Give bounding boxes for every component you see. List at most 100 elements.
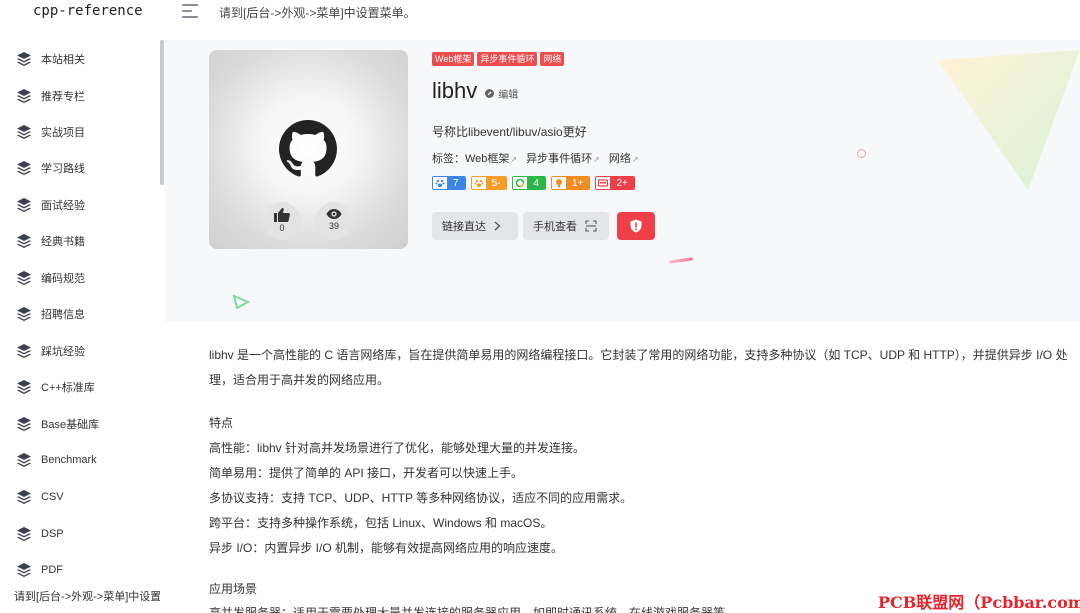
- tag-link[interactable]: 网络↗: [609, 150, 639, 166]
- sidebar-item[interactable]: 学习路线: [16, 158, 85, 178]
- tag-line-prefix: 标签：: [432, 153, 465, 165]
- sidebar-item-label: 经典书籍: [41, 236, 85, 248]
- site-watermark: PCB联盟网（Pcbbar.com）: [878, 593, 1080, 612]
- report-button[interactable]: [617, 212, 655, 240]
- category-tag[interactable]: 网络: [540, 52, 565, 66]
- project-title: libhv: [432, 78, 478, 103]
- sidebar-item[interactable]: 编码规范: [16, 268, 85, 288]
- layers-icon: [17, 52, 31, 66]
- layers-icon: [17, 161, 31, 175]
- decorative-line: [668, 257, 694, 264]
- edit-icon[interactable]: [485, 89, 495, 98]
- feature-item: 异步 I/O：内置异步 I/O 机制，能够有效提高网络应用的响应速度。: [209, 541, 564, 555]
- decorative-play-icon: [232, 294, 250, 310]
- bulb-icon: [552, 177, 567, 189]
- title-row: libhv 编辑: [432, 78, 518, 104]
- ring-icon: [513, 177, 528, 189]
- search-index-badges: 7 5- 4 1+ 2+: [432, 176, 635, 190]
- sidebar-footer-hint: 请到[后台->外观->菜单]中设置菜单。: [14, 588, 160, 604]
- layers-icon: [17, 234, 31, 248]
- view-count: 39: [328, 221, 339, 231]
- scenarios-heading: 应用场景: [209, 582, 258, 596]
- sidebar: 本站相关推荐专栏实战项目学习路线面试经验经典书籍编码规范招聘信息踩坑经验 C++标…: [0, 40, 165, 613]
- feature-item: 多协议支持：支持 TCP、UDP、HTTP 等多种网络协议，适应不同的应用需求。: [209, 491, 633, 505]
- sidebar-item[interactable]: 本站相关: [16, 49, 85, 69]
- sidebar-item[interactable]: C++标准库: [16, 377, 95, 397]
- shenma-badge: 2+: [595, 176, 635, 190]
- project-thumbnail[interactable]: 0 39: [209, 50, 408, 249]
- badge-value: 4: [527, 177, 546, 189]
- category-tags: Web框架 异步事件循环 网络: [432, 52, 565, 66]
- decorative-triangle: [938, 50, 1080, 190]
- sidebar-item-label: 踩坑经验: [41, 346, 85, 358]
- github-icon: [279, 120, 337, 177]
- sidebar-item-label: 学习路线: [41, 163, 85, 175]
- category-tag[interactable]: Web框架: [432, 52, 475, 66]
- features-heading: 特点: [209, 416, 234, 430]
- project-subtitle: 号称比libevent/libuv/asio更好: [432, 125, 587, 139]
- edit-link[interactable]: 编辑: [498, 86, 518, 101]
- view-counter: 39: [315, 202, 353, 240]
- shield-icon: [630, 219, 642, 233]
- category-tag[interactable]: 异步事件循环: [477, 52, 538, 66]
- site-logo[interactable]: cpp-reference: [33, 3, 143, 19]
- sidebar-item[interactable]: DSP: [16, 524, 64, 544]
- sidebar-item-label: 招聘信息: [41, 309, 85, 321]
- visit-link-button[interactable]: 链接直达: [432, 212, 518, 240]
- sidebar-item-label: DSP: [41, 528, 64, 540]
- layers-icon: [17, 453, 31, 467]
- so360-badge: 4: [512, 176, 547, 190]
- sidebar-item-label: CSV: [41, 491, 64, 503]
- sidebar-item[interactable]: 踩坑经验: [16, 341, 85, 361]
- layers-icon: [17, 271, 31, 285]
- tag-line: 标签： Web框架↗ 异步事件循环↗ 网络↗: [432, 150, 648, 166]
- tag-link[interactable]: 异步事件循环↗: [526, 150, 600, 166]
- layers-icon: [17, 563, 31, 577]
- eye-icon: [326, 209, 342, 219]
- layers-icon: [17, 344, 31, 358]
- layers-icon: [17, 125, 31, 139]
- thumbs-up-icon: [274, 208, 290, 222]
- sidebar-item-label: 面试经验: [41, 200, 85, 212]
- sidebar-item[interactable]: Benchmark: [16, 450, 97, 470]
- baidu-mobile-badge: 5-: [470, 176, 508, 190]
- badge-value: 5-: [485, 177, 507, 189]
- feature-item: 高性能：libhv 针对高并发场景进行了优化，能够处理大量的并发连接。: [209, 441, 586, 455]
- paw-icon: [471, 177, 486, 189]
- sidebar-item[interactable]: 面试经验: [16, 195, 85, 215]
- card-icon: [596, 177, 611, 189]
- sidebar-item-label: PDF: [41, 564, 63, 576]
- feature-item: 跨平台：支持多种操作系统，包括 Linux、Windows 和 macOS。: [209, 516, 553, 530]
- layers-icon: [17, 527, 31, 541]
- layers-icon: [17, 380, 31, 394]
- sidebar-item-label: Benchmark: [41, 454, 97, 466]
- sidebar-item[interactable]: PDF: [16, 560, 63, 580]
- sidebar-item-label: 推荐专栏: [41, 91, 85, 103]
- badge-value: 1+: [566, 177, 590, 189]
- sidebar-item[interactable]: 招聘信息: [16, 304, 85, 324]
- project-description: libhv 是一个高性能的 C 语言网络库，旨在提供简单易用的网络编程接口。它封…: [209, 348, 1068, 387]
- sidebar-item-label: 实战项目: [41, 127, 85, 139]
- layers-icon: [17, 307, 31, 321]
- sidebar-item[interactable]: 实战项目: [16, 122, 85, 142]
- sidebar-item-label: Base基础库: [41, 419, 100, 431]
- like-button[interactable]: 0: [263, 202, 301, 240]
- sidebar-item[interactable]: 推荐专栏: [16, 86, 85, 106]
- sidebar-item-label: C++标准库: [41, 382, 95, 394]
- sidebar-item[interactable]: Base基础库: [16, 414, 99, 434]
- paw-icon: [433, 177, 447, 189]
- sidebar-item[interactable]: CSV: [16, 487, 64, 507]
- layers-icon: [17, 417, 31, 431]
- baidu-index-badge: 7: [432, 176, 466, 190]
- sidebar-scrollbar[interactable]: [160, 40, 164, 185]
- decorative-circle: [857, 149, 866, 158]
- mobile-view-label: 手机查看: [533, 221, 577, 233]
- menu-toggle-icon[interactable]: [182, 4, 198, 18]
- chevron-right-icon: [494, 221, 501, 231]
- sidebar-item-label: 本站相关: [41, 54, 85, 66]
- scenario-item: 高并发服务器：适用于需要处理大量并发连接的服务器应用，如即时通讯系统、在线游戏服…: [209, 606, 738, 613]
- sidebar-item[interactable]: 经典书籍: [16, 231, 85, 251]
- qrcode-scan-icon: [585, 220, 597, 232]
- mobile-view-button[interactable]: 手机查看: [523, 212, 609, 240]
- tag-link[interactable]: Web框架↗: [465, 150, 517, 166]
